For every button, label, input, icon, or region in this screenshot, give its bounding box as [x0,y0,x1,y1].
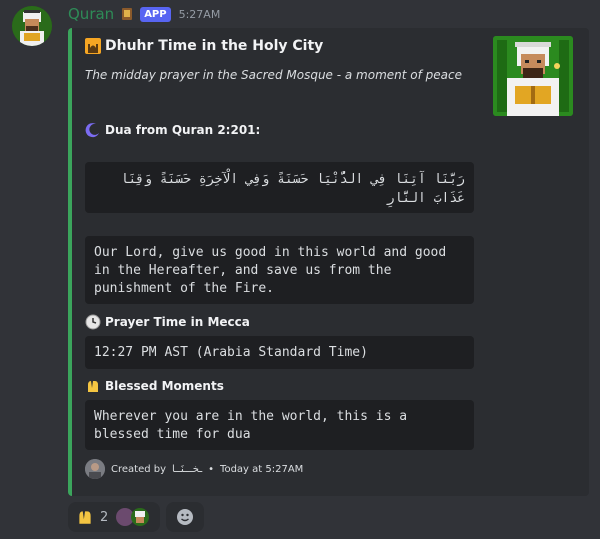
embed-card: Dhuhr Time in the Holy City The midday p… [68,28,589,496]
embed-footer: Created by ـخـــنَــا • Today at 5:27AM [85,459,303,479]
reaction-count: 2 [100,509,109,525]
field-dua-name: Dua from Quran 2:201: [85,122,260,138]
message-header: Quran APP 5:27AM [68,4,220,24]
field-prayer-time-value: 12:27 PM AST (Arabia Standard Time) [85,336,474,369]
smiley-icon [176,508,194,526]
field-dua-arabic: رَبَّنَا آتِنَا فِي الدُّنْيَا حَسَنَةً … [85,162,474,213]
praying-hands-icon [85,378,101,394]
reaction-praying-hands[interactable]: 2 [68,502,161,532]
bot-username[interactable]: Quran [68,5,114,23]
footer-author: ـخـــنَــا [172,463,203,475]
footer-separator: • [208,463,215,475]
field-dua-translation: Our Lord, give us good in this world and… [85,236,474,304]
embed-title: Dhuhr Time in the Holy City [85,38,323,54]
field-prayer-time-name: Prayer Time in Mecca [85,314,250,330]
field-blessed-moments-name: Blessed Moments [85,378,224,394]
reactions-bar: 2 [68,502,205,532]
embed-thumbnail[interactable] [493,36,573,116]
reactor-avatars-icon [114,507,152,527]
crescent-icon [85,122,101,138]
footer-avatar [85,459,105,479]
clock-icon [85,314,101,330]
add-reaction-button[interactable] [166,502,205,532]
footer-created-by: Created by [111,463,167,475]
embed-description: The midday prayer in the Sacred Mosque -… [85,68,462,82]
book-icon [120,6,134,22]
app-tag: APP [140,6,171,22]
mosque-sunrise-icon [85,38,101,54]
message-timestamp: 5:27AM [178,7,221,21]
field-blessed-moments-value: Wherever you are in the world, this is a… [85,400,474,450]
embed-title-text: Dhuhr Time in the Holy City [105,38,324,54]
praying-hands-icon [76,508,94,526]
bot-avatar[interactable] [12,6,52,46]
footer-time: Today at 5:27AM [220,463,304,475]
